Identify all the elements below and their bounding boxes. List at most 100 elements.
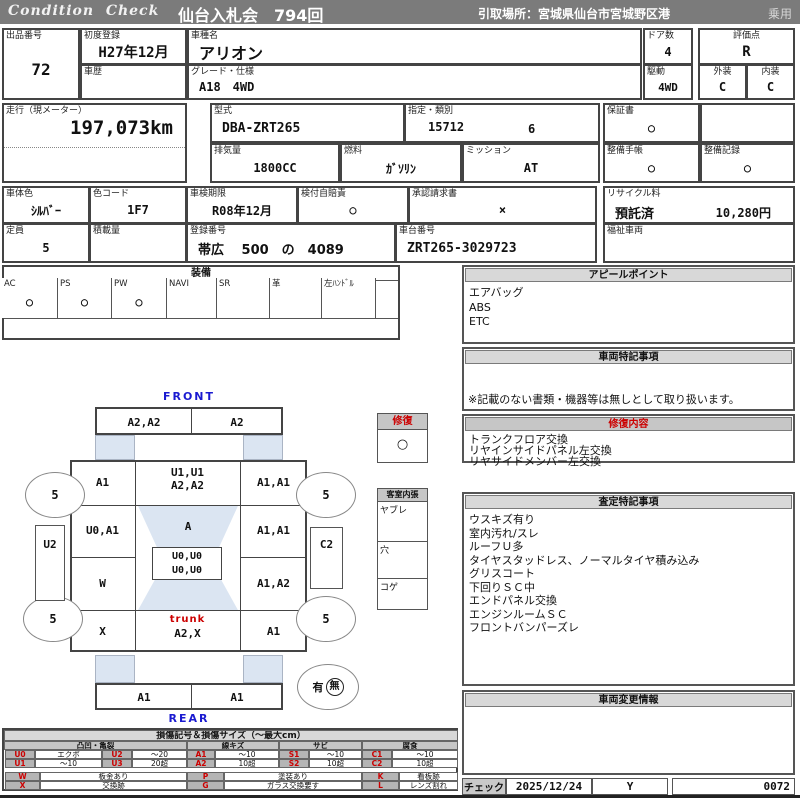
- type-class-label: 指定・類別: [408, 106, 454, 116]
- fuel-value: ｶﾞｿﾘﾝ: [385, 161, 416, 176]
- repair-flag-box: 修復 ○: [377, 413, 428, 463]
- brand-logo: Condition Check: [8, 3, 160, 19]
- legend-code: K: [362, 772, 399, 781]
- equipment-value: [167, 286, 216, 318]
- wheel-size: 5: [322, 488, 330, 502]
- side-sill-left-damage: U2: [43, 538, 57, 551]
- equipment-col-sr: SR: [217, 278, 270, 318]
- equipment-col-lhd: 左ﾊﾝﾄﾞﾙ: [322, 278, 376, 318]
- grade-value: A18 4WD: [199, 79, 255, 94]
- interior-lining-box: 客室内張 ヤブレ 穴 コゲ: [377, 488, 428, 610]
- assessment-notes-lines: ウスキズ有り 室内汚れ/スレ ルーフＵ多 タイヤスタッドレス、ノーマルタイヤ積み…: [469, 513, 700, 634]
- front-label: FRONT: [162, 390, 216, 403]
- rear-bumper: A1 A1: [95, 683, 283, 710]
- legend-desc: レンズ割れ: [399, 781, 458, 790]
- quarter-rr-damage: A1,A2: [256, 577, 291, 590]
- wheel-size: 5: [49, 612, 57, 626]
- repair-details-lines: トランクフロア交換 リヤインサイドパネル左交換 リヤサイドメンバー左交換: [469, 433, 612, 468]
- special-notes-box: 車両特記事項 ※記載のない書類・機器等は無しとして取り扱います。: [462, 347, 795, 411]
- score-cell: 評価点 R: [698, 28, 795, 65]
- welfare-vehicle-cell: 福祉車両: [603, 223, 795, 263]
- front-bumper: A2,A2 A2: [95, 407, 283, 435]
- legend-code: L: [362, 781, 399, 790]
- interior-grade-value: C: [766, 80, 775, 94]
- legend-group-dents: 凸凹・亀裂: [4, 741, 187, 750]
- hood-damage-2: A2,A2: [170, 479, 205, 492]
- legend-code: U3: [102, 759, 132, 768]
- change-info-title: 車両変更情報: [465, 693, 792, 707]
- legend-code: C1: [362, 750, 392, 759]
- mileage-value: 197,073km: [70, 117, 173, 139]
- windshield-damage: A: [184, 520, 192, 533]
- legend-title: 損傷記号＆損傷サイズ（～最大cm）: [4, 730, 458, 741]
- roof: U0,U0 U0,U0: [152, 547, 222, 580]
- grade-cell: グレード・仕様 A18 4WD: [187, 64, 642, 100]
- trunk-damage: A2,X: [174, 627, 201, 640]
- capacity-value: 5: [42, 241, 50, 255]
- equipment-value: ○: [25, 295, 34, 309]
- front-connector-right: [243, 435, 283, 460]
- exterior-grade-value: C: [718, 80, 727, 94]
- load-capacity-cell: 積載量: [89, 223, 187, 263]
- appeal-points-box: アピールポイント エアバッグ ABS ETC: [462, 265, 795, 344]
- check-date: 2025/12/24: [515, 780, 583, 793]
- side-sill-right-damage: C2: [319, 538, 334, 551]
- title-bar: Condition Check 仙台入札会 794回 引取場所：宮城県仙台市宮城…: [0, 0, 800, 25]
- recycle-fee-value: 10,280円: [715, 206, 771, 220]
- appeal-points-lines: エアバッグ ABS ETC: [469, 286, 524, 328]
- check-number: 0072: [763, 780, 791, 793]
- body-line: [70, 505, 307, 506]
- check-date-cell: 2025/12/24: [506, 778, 592, 795]
- warranty-value: ○: [647, 121, 656, 135]
- recycle-status: 預託済: [615, 207, 655, 222]
- appeal-points-title: アピールポイント: [465, 268, 792, 282]
- interior-lining-title: 客室内張: [378, 489, 427, 502]
- lot-number-cell: 出品番号 72: [2, 28, 80, 100]
- quarter-rl-damage: W: [99, 577, 106, 590]
- welfare-vehicle-value: [605, 235, 793, 261]
- wheel-front-right: 5: [296, 472, 356, 518]
- presence-oval: 有 無: [297, 664, 359, 710]
- legend-group-rust: サビ: [279, 741, 362, 750]
- check-inspector-cell: Y: [592, 778, 668, 795]
- presence-yes: 有: [312, 681, 324, 694]
- auction-title: 仙台入札会 794回: [178, 6, 324, 25]
- body-color-value: ｼﾙﾊﾞｰ: [30, 203, 61, 218]
- drive-cell: 駆動 4WD: [643, 64, 693, 100]
- legend-desc: ガラス交換要す: [224, 781, 362, 790]
- class-value: 6: [528, 122, 536, 136]
- wheel-rear-left: 5: [23, 596, 83, 642]
- side-sill-left: U2: [35, 525, 65, 601]
- equipment-col-ps: PS ○: [58, 278, 112, 318]
- equipment-col-ac: AC ○: [2, 278, 58, 318]
- inspection-expiry-value: R08年12月: [211, 203, 273, 218]
- mileage-divider: [4, 147, 185, 148]
- pickup-location: 引取場所：宮城県仙台市宮城野区港: [478, 7, 671, 21]
- equipment-value: [322, 286, 375, 318]
- type-class-cell: 指定・類別 15712 6: [404, 103, 600, 143]
- rear-bumper-right-damage: A1: [230, 691, 244, 704]
- legend-desc: 塗装あり: [224, 772, 362, 781]
- chassis-number-value: ZRT265-3029723: [407, 240, 517, 256]
- recycle-fee-cell: リサイクル料 預託済 10,280円: [603, 186, 795, 224]
- equipment-value: ○: [135, 295, 143, 309]
- assessment-notes-title: 査定特記事項: [465, 495, 792, 509]
- check-number-cell: 0072: [672, 778, 795, 795]
- trunk-label: trunk: [169, 614, 206, 625]
- chassis-number-cell: 車台番号 ZRT265-3029723: [395, 223, 597, 263]
- approval-request-cell: 承認請求書 ×: [408, 186, 597, 224]
- legend-code: X: [5, 781, 40, 790]
- equipment-value: [270, 286, 321, 318]
- model-code-value: DBA-ZRT265: [222, 120, 301, 136]
- score-value: R: [742, 43, 751, 60]
- warranty-cell: 保証書 ○: [603, 103, 700, 143]
- color-code-value: 1F7: [127, 203, 149, 217]
- exterior-grade-cell: 外装 C: [698, 64, 747, 100]
- legend-desc: ～10: [215, 750, 279, 759]
- legend-code: A1: [187, 750, 215, 759]
- wheel-front-left: 5: [25, 472, 85, 518]
- equipment-col-navi: NAVI: [167, 278, 217, 318]
- roof-damage-2: U0,U0: [171, 565, 203, 576]
- presence-no-selected: 無: [325, 678, 344, 696]
- insurance-value: ○: [349, 203, 357, 217]
